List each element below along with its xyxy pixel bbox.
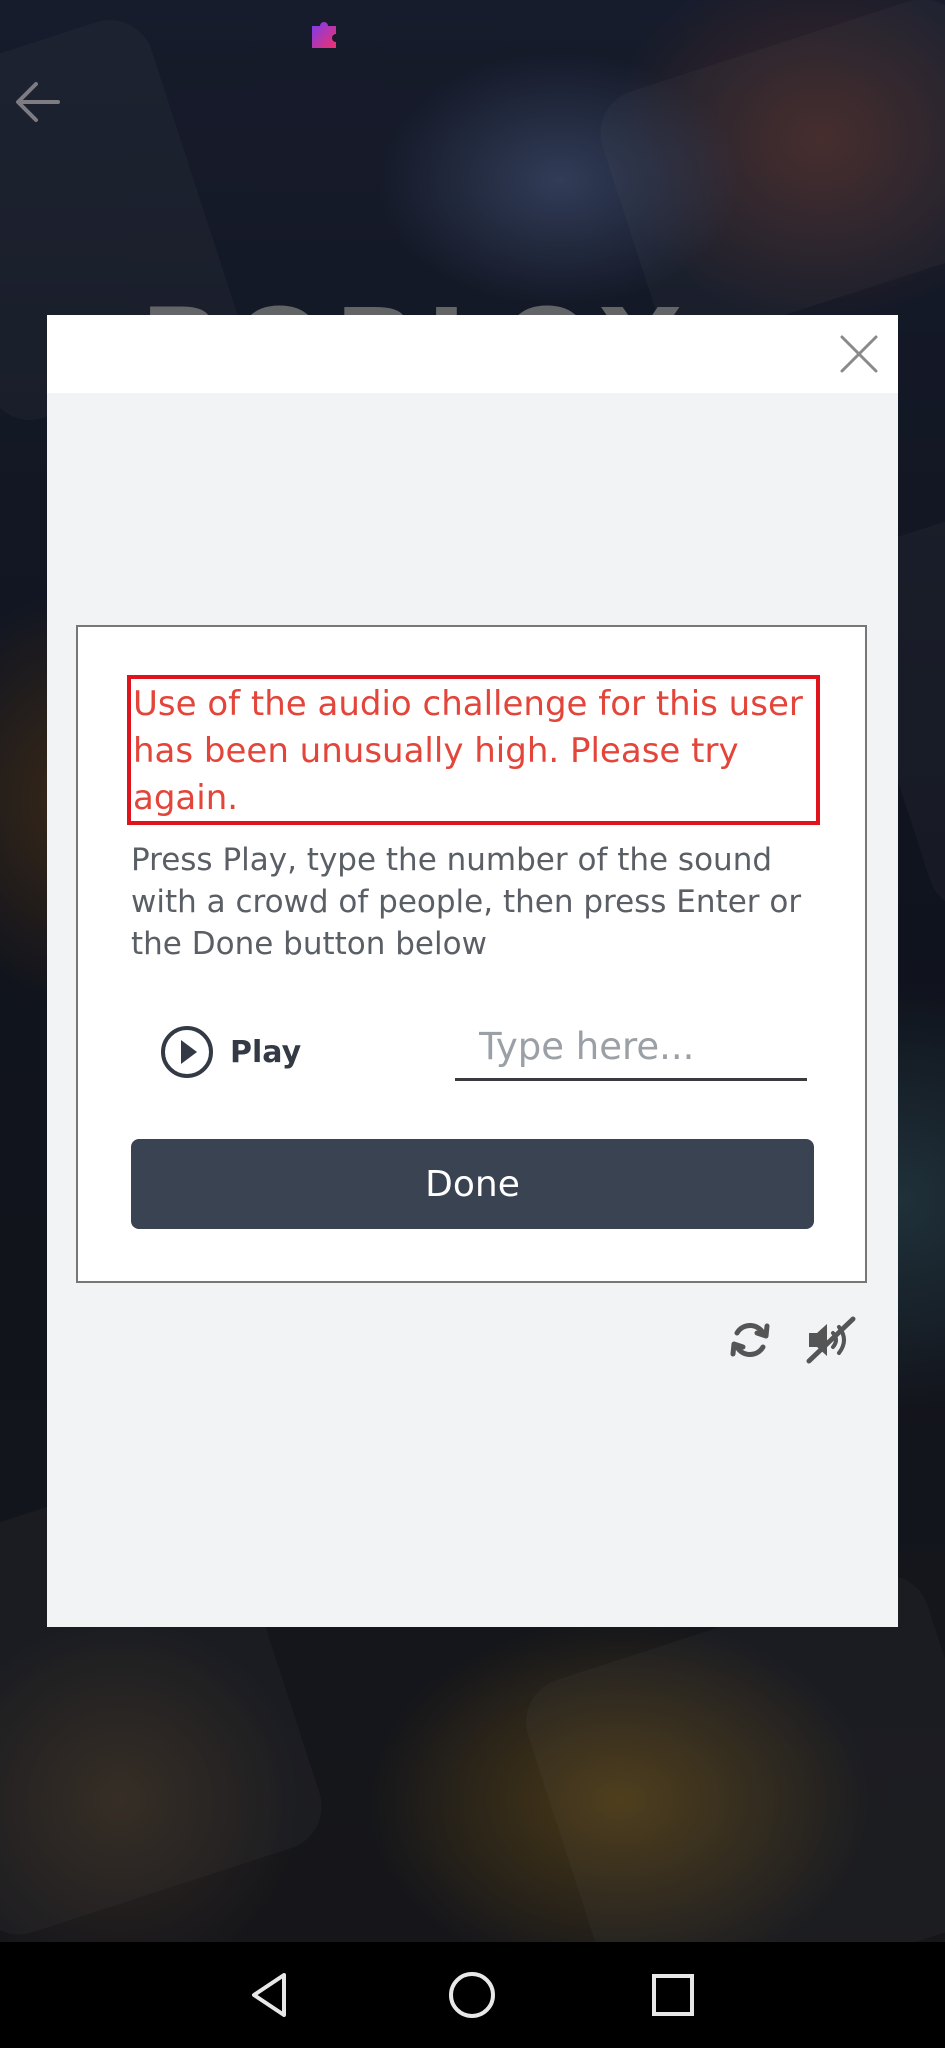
play-label: Play xyxy=(230,1034,302,1070)
nav-recents-icon[interactable] xyxy=(645,1967,701,2023)
play-circle-icon xyxy=(161,1026,213,1078)
navigation-bar xyxy=(0,1942,945,2048)
nav-back-icon[interactable] xyxy=(242,1967,298,2023)
status-bar xyxy=(0,0,945,64)
back-arrow-icon[interactable] xyxy=(8,72,68,132)
captcha-modal: Use of the audio challenge for this user… xyxy=(47,315,898,1627)
refresh-icon[interactable] xyxy=(727,1317,773,1363)
done-button[interactable]: Done xyxy=(131,1139,814,1229)
audio-off-icon[interactable] xyxy=(805,1315,857,1365)
audio-challenge-panel: Use of the audio challenge for this user… xyxy=(76,625,867,1283)
close-icon[interactable] xyxy=(838,333,880,375)
modal-header xyxy=(47,315,898,393)
play-button[interactable]: Play xyxy=(160,1024,301,1080)
error-message: Use of the audio challenge for this user… xyxy=(133,684,803,818)
challenge-instructions: Press Play, type the number of the sound… xyxy=(131,842,802,962)
answer-input[interactable] xyxy=(455,1015,807,1081)
nav-home-icon[interactable] xyxy=(444,1967,500,2023)
screen: ROBLOX Use of the audio challenge xyxy=(0,0,945,2048)
error-message-box: Use of the audio challenge for this user… xyxy=(127,675,820,825)
puzzle-icon xyxy=(312,22,336,48)
